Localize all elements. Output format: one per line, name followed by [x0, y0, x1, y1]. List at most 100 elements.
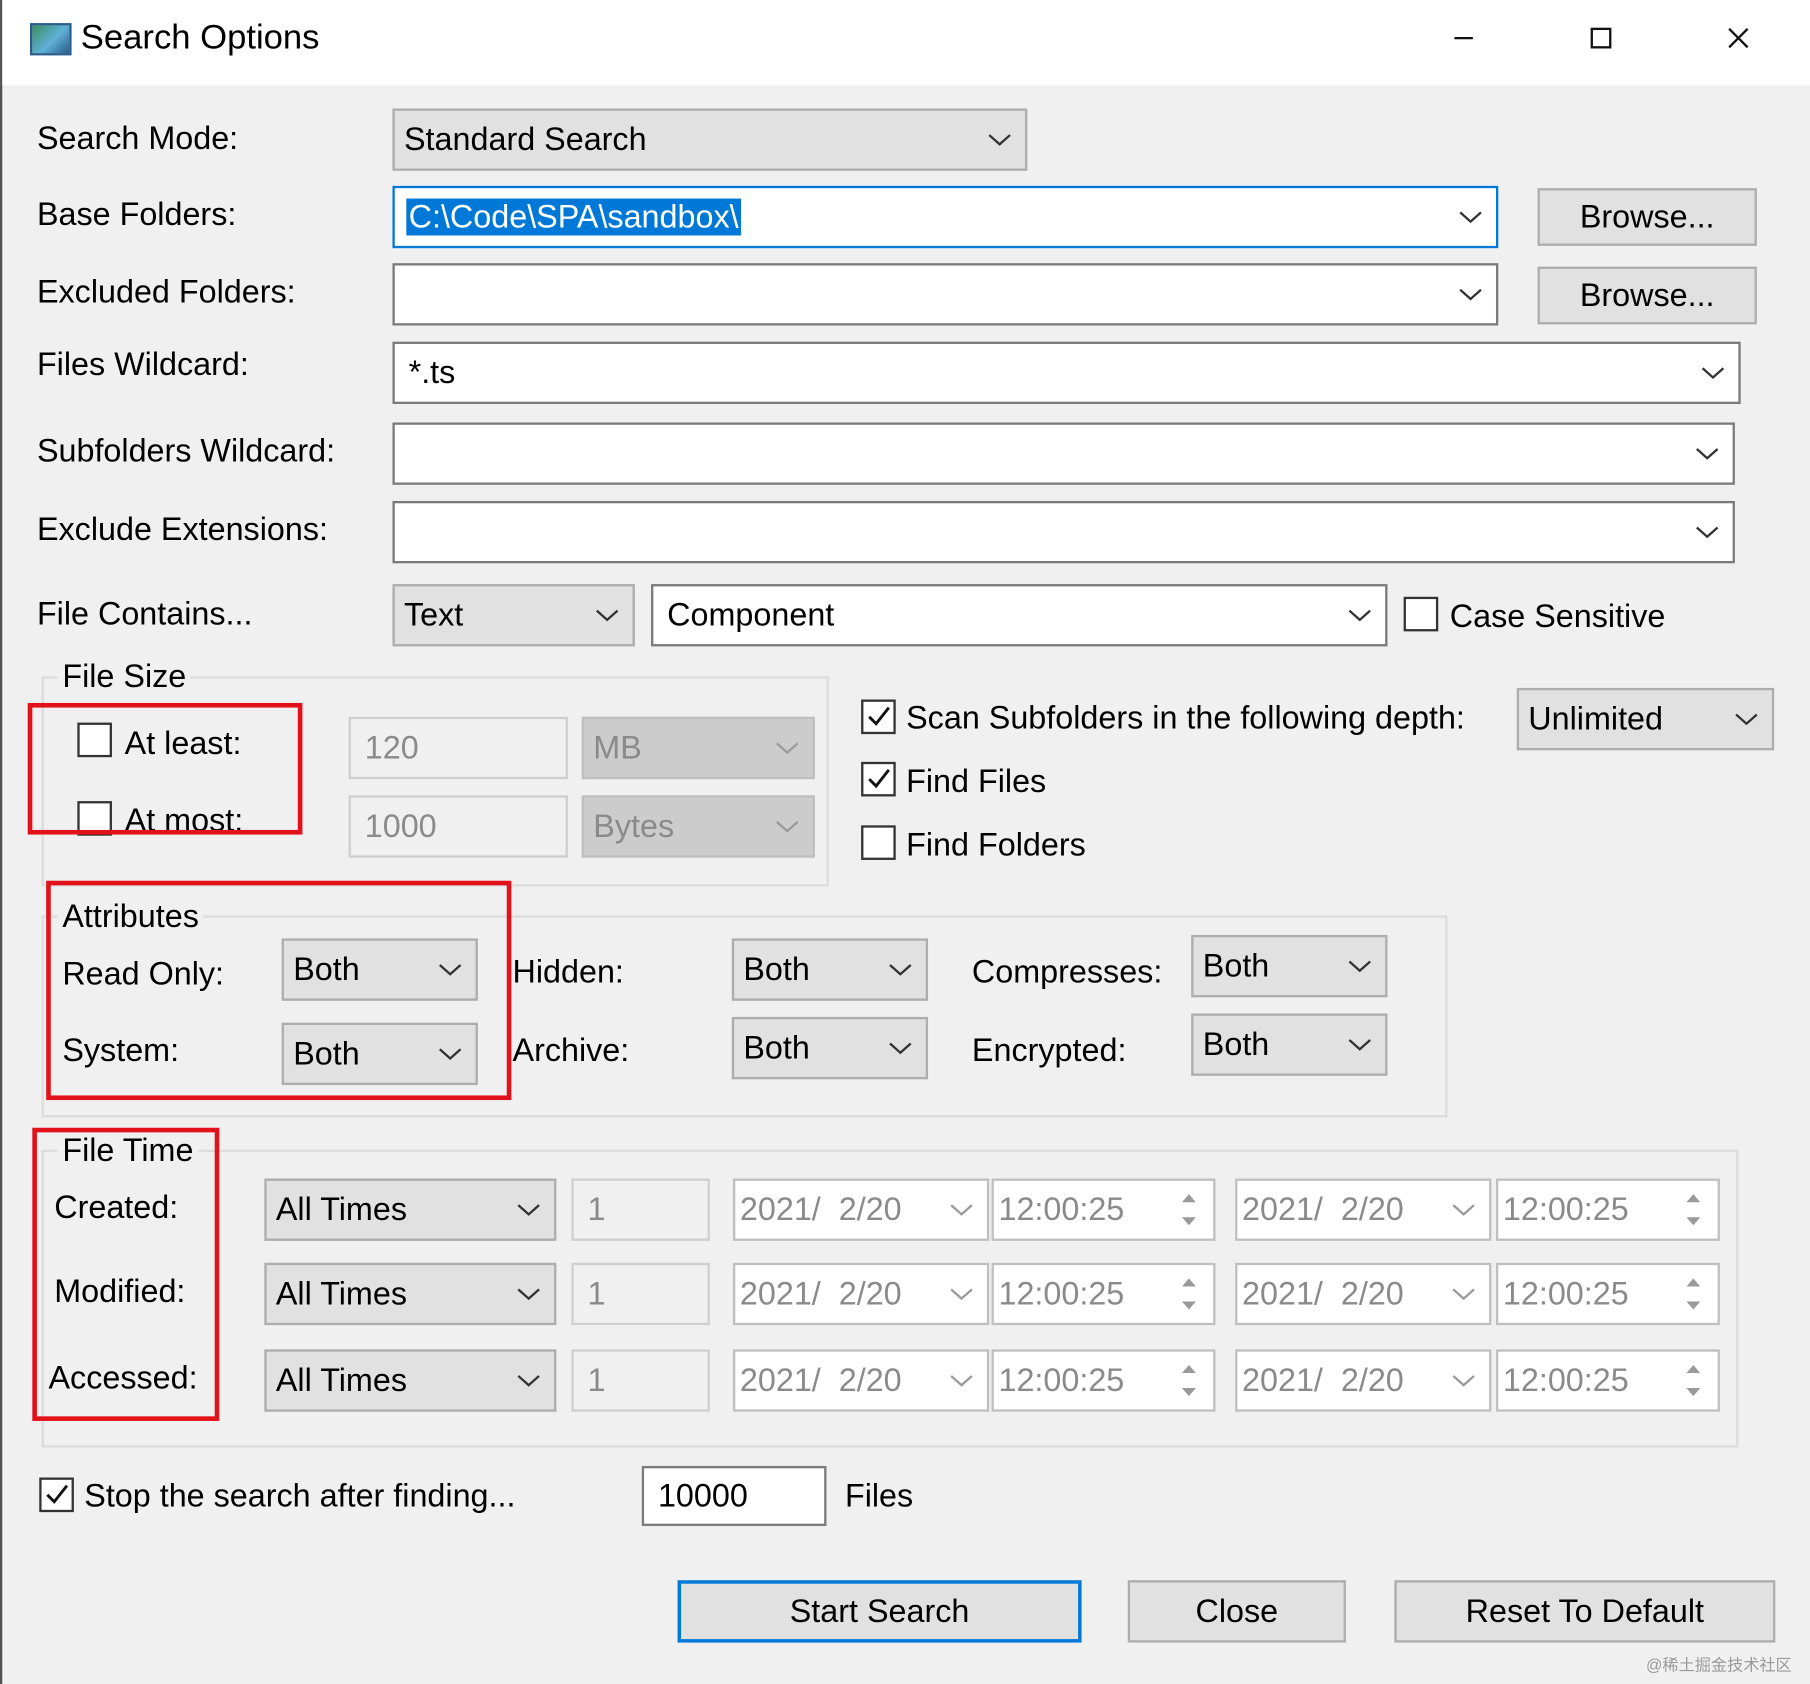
- chevron-down-icon[interactable]: [1693, 523, 1721, 541]
- accessed-mode-select[interactable]: All Times: [264, 1349, 557, 1412]
- excluded-folders-combo[interactable]: [392, 263, 1499, 326]
- created-from-time-input[interactable]: 12:00:25: [991, 1178, 1216, 1241]
- modified-from-date-picker[interactable]: 2021/ 2/20: [732, 1262, 990, 1326]
- accessed-to-date-picker[interactable]: 2021/ 2/20: [1235, 1349, 1492, 1412]
- chevron-down-icon: [776, 820, 799, 833]
- accessed-mode-value: All Times: [275, 1362, 407, 1398]
- chevron-down-icon[interactable]: [1693, 444, 1721, 462]
- at-most-size-input[interactable]: 1000: [348, 795, 568, 858]
- accessed-from-date-picker[interactable]: 2021/ 2/20: [732, 1349, 990, 1412]
- case-sensitive-checkbox[interactable]: [1403, 596, 1439, 632]
- chevron-down-icon: [1348, 960, 1371, 973]
- chevron-down-icon[interactable]: [1457, 285, 1485, 303]
- file-contains-type-select[interactable]: Text: [392, 584, 635, 647]
- app-icon: [30, 23, 72, 56]
- spin-down-icon[interactable]: [1674, 1294, 1713, 1318]
- spin-up-icon[interactable]: [1169, 1356, 1208, 1380]
- created-from-date-value: 2021/ 2/20: [739, 1191, 902, 1228]
- archive-select[interactable]: Both: [731, 1016, 929, 1080]
- base-folders-combo[interactable]: C:\Code\SPA\sandbox\: [392, 185, 1499, 249]
- spin-up-icon[interactable]: [1674, 1270, 1713, 1294]
- stop-count-input[interactable]: 10000: [641, 1465, 827, 1526]
- stop-search-label: Stop the search after finding...: [84, 1477, 516, 1514]
- modified-mode-select[interactable]: All Times: [264, 1262, 557, 1326]
- scan-subfolders-checkbox[interactable]: [861, 699, 896, 735]
- title-bar[interactable]: Search Options: [2, 0, 1810, 86]
- accessed-from-date-value: 2021/ 2/20: [739, 1362, 902, 1398]
- base-folders-label: Base Folders:: [36, 196, 237, 233]
- find-files-checkbox[interactable]: [861, 761, 896, 797]
- spin-down-icon[interactable]: [1674, 1381, 1713, 1405]
- spin-down-icon[interactable]: [1169, 1294, 1208, 1318]
- minimize-icon[interactable]: [1429, 14, 1498, 65]
- archive-label: Archive:: [512, 1031, 630, 1068]
- reset-to-default-button[interactable]: Reset To Default: [1394, 1580, 1776, 1643]
- spin-buttons[interactable]: [1674, 1356, 1713, 1404]
- chevron-down-icon: [517, 1288, 540, 1301]
- accessed-count-input[interactable]: 1: [571, 1349, 710, 1412]
- scan-depth-value: Unlimited: [1528, 700, 1664, 737]
- spin-buttons[interactable]: [1169, 1185, 1208, 1233]
- spin-buttons[interactable]: [1169, 1270, 1208, 1318]
- at-most-unit-select[interactable]: Bytes: [581, 795, 815, 858]
- file-contains-text-combo[interactable]: Component: [651, 584, 1388, 647]
- watermark: @稀土掘金技术社区: [1646, 1655, 1792, 1674]
- maximize-icon[interactable]: [1566, 14, 1635, 65]
- file-contains-label: File Contains...: [36, 595, 253, 632]
- at-least-unit-value: MB: [593, 729, 642, 766]
- search-mode-label: Search Mode:: [36, 120, 239, 156]
- created-mode-select[interactable]: All Times: [264, 1178, 557, 1241]
- chevron-down-icon: [1452, 1375, 1475, 1387]
- stop-search-checkbox[interactable]: [39, 1477, 74, 1513]
- spin-up-icon[interactable]: [1169, 1185, 1208, 1209]
- chevron-down-icon[interactable]: [1699, 364, 1727, 382]
- modified-to-date-value: 2021/ 2/20: [1242, 1275, 1404, 1312]
- created-to-date-picker[interactable]: 2021/ 2/20: [1235, 1178, 1492, 1241]
- archive-value: Both: [743, 1029, 810, 1066]
- accessed-to-time-input[interactable]: 12:00:25: [1495, 1349, 1720, 1412]
- browse-base-folders-button[interactable]: Browse...: [1537, 188, 1757, 246]
- spin-buttons[interactable]: [1674, 1270, 1713, 1318]
- browse-excluded-folders-button[interactable]: Browse...: [1537, 266, 1757, 325]
- created-from-date-picker[interactable]: 2021/ 2/20: [732, 1178, 990, 1241]
- close-button[interactable]: Close: [1127, 1580, 1346, 1643]
- chevron-down-icon[interactable]: [1457, 208, 1485, 226]
- accessed-from-time-input[interactable]: 12:00:25: [991, 1349, 1216, 1412]
- spin-up-icon[interactable]: [1674, 1185, 1713, 1209]
- search-mode-select[interactable]: Standard Search: [392, 108, 1028, 171]
- at-least-unit-select[interactable]: MB: [581, 716, 815, 780]
- find-folders-checkbox[interactable]: [861, 825, 896, 860]
- close-icon[interactable]: [1704, 14, 1773, 65]
- created-count-input[interactable]: 1: [571, 1178, 710, 1241]
- file-size-group-title: File Size: [57, 657, 191, 695]
- created-to-time-input[interactable]: 12:00:25: [1495, 1178, 1720, 1241]
- chevron-down-icon: [1452, 1288, 1475, 1301]
- case-sensitive-label: Case Sensitive: [1449, 597, 1666, 634]
- encrypted-select[interactable]: Both: [1191, 1013, 1388, 1076]
- start-search-button[interactable]: Start Search: [677, 1580, 1082, 1643]
- checkmark-icon: [46, 1484, 69, 1504]
- spin-up-icon[interactable]: [1674, 1356, 1713, 1380]
- spin-down-icon[interactable]: [1169, 1381, 1208, 1405]
- screenshot-canvas: Search Options Search Mode: Base Folders…: [0, 0, 1810, 1684]
- modified-from-time-input[interactable]: 12:00:25: [991, 1262, 1216, 1326]
- files-wildcard-combo[interactable]: *.ts: [392, 341, 1741, 405]
- chevron-down-icon[interactable]: [1346, 606, 1374, 624]
- spin-buttons[interactable]: [1674, 1185, 1713, 1233]
- modified-from-date-value: 2021/ 2/20: [739, 1275, 902, 1312]
- spin-down-icon[interactable]: [1169, 1210, 1208, 1234]
- spin-down-icon[interactable]: [1674, 1210, 1713, 1234]
- scan-depth-select[interactable]: Unlimited: [1516, 687, 1775, 751]
- modified-count-input[interactable]: 1: [571, 1262, 710, 1326]
- compresses-select[interactable]: Both: [1191, 934, 1388, 998]
- hidden-label: Hidden:: [512, 953, 624, 990]
- hidden-select[interactable]: Both: [731, 938, 929, 1001]
- spin-up-icon[interactable]: [1169, 1270, 1208, 1294]
- at-least-size-input[interactable]: 120: [348, 716, 568, 780]
- subfolders-wildcard-combo[interactable]: [392, 422, 1735, 485]
- window-title: Search Options: [80, 18, 320, 57]
- spin-buttons[interactable]: [1169, 1356, 1208, 1404]
- modified-to-date-picker[interactable]: 2021/ 2/20: [1235, 1262, 1492, 1326]
- modified-to-time-input[interactable]: 12:00:25: [1495, 1262, 1720, 1326]
- exclude-extensions-combo[interactable]: [392, 500, 1735, 564]
